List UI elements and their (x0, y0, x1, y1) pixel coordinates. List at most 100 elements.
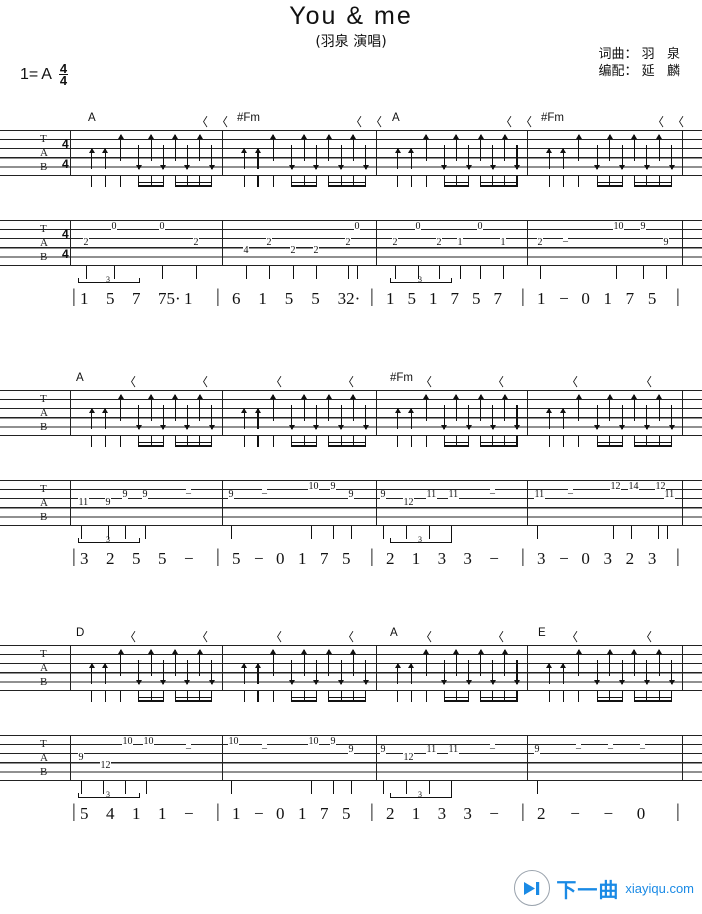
strum-up-arrow (240, 663, 248, 684)
tab-fret-number: 12 (100, 760, 111, 771)
jianpu-note: 1 (603, 289, 613, 308)
jianpu-note: − (489, 549, 499, 568)
rhythm-stem (162, 691, 164, 702)
site-watermark[interactable]: 下一曲 xiayiqu.com (514, 870, 694, 906)
barline (682, 481, 684, 525)
chord-tab-staff: TAB 44 (0, 130, 702, 176)
tab-sustain-dash: – (608, 743, 613, 754)
barline (682, 221, 684, 265)
tab-fret-number: 11 (426, 489, 437, 500)
strum-up-arrow (172, 134, 179, 161)
rhythm-stem (257, 176, 259, 187)
tab-fret-number: 2 (83, 237, 89, 248)
strum-up-arrow (88, 663, 95, 684)
jianpu-barline: | (370, 546, 374, 567)
tab-fret-number: 4 (243, 245, 249, 256)
system-spacer (0, 707, 702, 735)
rhythm-stem (272, 436, 274, 447)
rhythm-beam (596, 441, 622, 444)
melody-stem (357, 266, 359, 279)
tab-sustain-dash: – (576, 743, 581, 754)
strum-up-arrow (147, 649, 155, 676)
strum-up-arrow (545, 408, 553, 429)
rhythm-beam (138, 185, 163, 187)
strum-up-arrow (254, 663, 262, 684)
tab-fret-number: 0 (159, 221, 165, 232)
barline (682, 646, 684, 690)
triplet-number: 3 (106, 790, 110, 799)
time-signature-denominator: 4 (59, 73, 68, 89)
tab-clef: TAB (40, 393, 48, 433)
strum-up-arrow (300, 134, 308, 161)
jianpu-note: 1 (411, 549, 421, 568)
stroke-mark: 〈 (350, 115, 363, 129)
tab-fret-number: 9 (78, 752, 84, 763)
tab-sustain-dash: – (186, 743, 191, 754)
melody-stem (460, 266, 462, 279)
barline (70, 481, 72, 525)
jianpu-note: 7 (625, 289, 635, 308)
strum-down-arrow (643, 145, 651, 170)
rhythm-beam (633, 445, 672, 447)
jianpu-note: 1 (132, 804, 141, 823)
jianpu-note: − (559, 549, 569, 568)
melody-stem (631, 526, 633, 539)
melody-stem (480, 266, 482, 279)
strum-down-arrow (208, 660, 216, 685)
stroke-mark: 〈 (342, 630, 355, 644)
key-value: A (41, 65, 52, 83)
strum-down-arrow (513, 405, 521, 430)
rhythm-beam (291, 700, 316, 702)
stroke-mark: 〈 (196, 630, 209, 644)
barline (527, 646, 529, 690)
jianpu-note: 4 (106, 804, 115, 823)
jianpu-note: 0 (581, 289, 590, 308)
strum-up-arrow (477, 134, 484, 161)
rhythm-stem (468, 176, 470, 187)
tab-fret-number: 10 (143, 736, 154, 747)
rhythm-stem (315, 691, 318, 702)
rhythm-stem (425, 691, 427, 702)
barline (222, 736, 224, 780)
jianpu-barline: | (72, 546, 76, 567)
strum-up-arrow (631, 649, 638, 676)
tab-clef: TAB (40, 223, 48, 263)
rhythm-beam (443, 445, 469, 447)
strum-up-arrow (631, 134, 638, 161)
tab-fret-number: 10 (308, 736, 319, 747)
strum-down-arrow (513, 660, 521, 685)
rhythm-stem (211, 436, 213, 447)
watermark-label: 下一曲 (556, 877, 620, 902)
rhythm-stem (315, 176, 318, 187)
melody-tab-staff: T A B 9 12 10 10 10 10 9 9 9 12 11 11 9 – – – – – – (0, 735, 702, 781)
rhythm-beam (443, 700, 469, 702)
rhythm-stem (257, 436, 259, 447)
strum-down-arrow (465, 145, 472, 170)
jianpu-note: 1 (158, 804, 167, 823)
strum-up-arrow (394, 663, 401, 684)
strum-up-arrow (501, 134, 509, 161)
rhythm-stem (562, 436, 564, 447)
strum-down-arrow (135, 660, 143, 685)
strum-up-arrow (325, 134, 332, 161)
rhythm-beam (480, 181, 517, 184)
rhythm-beam (633, 441, 672, 444)
chord-label: A (88, 112, 96, 124)
tab-fret-number: 9 (228, 489, 234, 500)
tab-sustain-dash: – (568, 488, 573, 499)
strum-down-arrow (513, 145, 521, 170)
jianpu-note: 1 (298, 804, 307, 823)
jianpu-note: 5 (158, 549, 167, 568)
tab-fret-number: 1 (500, 237, 506, 248)
rhythm-beam (138, 696, 163, 699)
strum-down-arrow (643, 660, 651, 685)
jianpu-note: 1 (411, 804, 421, 823)
key-signature: 1= A 4 4 (20, 62, 69, 89)
barline (682, 736, 684, 780)
melody-stems: 33 (0, 526, 702, 544)
strum-up-arrow (117, 134, 124, 161)
rhythm-beam (480, 441, 517, 444)
melody-stem (246, 266, 248, 279)
chord-label: #Fm (237, 112, 260, 124)
melody-stem (383, 526, 385, 539)
